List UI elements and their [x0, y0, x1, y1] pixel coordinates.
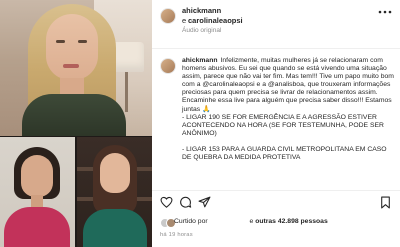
post-details-panel: ahickmann e carolinaleaopsi Áudio origin… — [152, 0, 400, 247]
video-tile-guest-2 — [77, 137, 152, 247]
likes-count[interactable]: outras 42.898 pessoas — [255, 218, 328, 225]
comment-icon[interactable] — [178, 195, 192, 209]
caption-author-avatar[interactable] — [160, 58, 176, 74]
likes-prefix: Curtido por — [174, 218, 210, 225]
live-video-collage[interactable] — [0, 0, 152, 247]
video-tile-host — [0, 0, 152, 136]
audio-label[interactable]: Áudio original — [182, 27, 221, 34]
caption-text: ahickmann Infelizmente, muitas mulheres j… — [182, 57, 394, 162]
likes-summary: Curtido por e outras 42.898 pessoas — [152, 217, 400, 231]
caption-author[interactable]: ahickmann — [182, 57, 218, 64]
caption-line-1: Infelizmente, muitas mulheres já se rela… — [182, 57, 394, 113]
actions-divider — [152, 190, 400, 191]
header-divider — [152, 48, 400, 49]
collaborator-username[interactable]: carolinaleaopsi — [188, 16, 243, 25]
collab-joiner: e — [182, 16, 187, 25]
video-tile-guest-1 — [0, 137, 75, 247]
bookmark-icon[interactable] — [378, 195, 392, 209]
action-bar — [152, 195, 400, 211]
caption-line-2: - LIGAR 190 SE FOR EMERGÊNCIA E A AGRESS… — [182, 113, 384, 137]
author-username[interactable]: ahickmann — [182, 6, 221, 15]
likes-text: Curtido por e outras 42.898 pessoas — [174, 218, 328, 225]
caption-line-3: - LIGAR 153 PARA A GUARDA CIVIL METROPOL… — [182, 145, 387, 162]
author-avatar[interactable] — [160, 8, 176, 24]
post-timestamp[interactable]: há 19 horas — [160, 232, 193, 238]
more-icon[interactable] — [378, 10, 392, 14]
share-icon[interactable] — [197, 195, 211, 209]
heart-icon[interactable] — [159, 195, 173, 209]
